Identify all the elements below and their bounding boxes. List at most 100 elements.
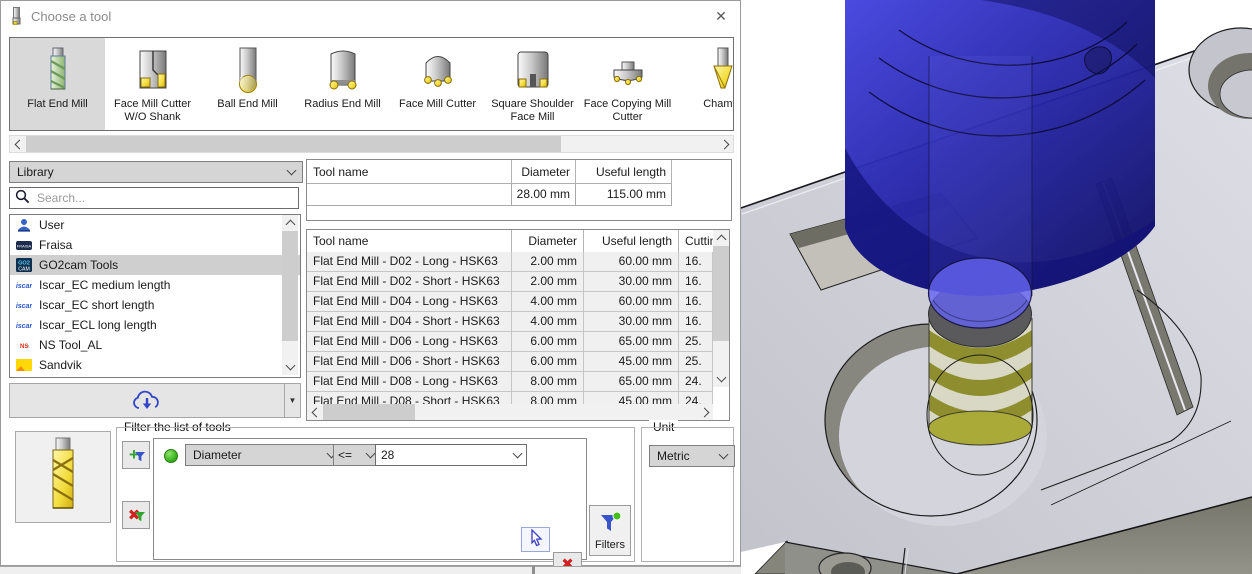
tool-through-holder <box>927 56 1033 329</box>
svg-text:TL: TL <box>25 344 29 348</box>
scrollbar-thumb[interactable] <box>323 404 415 420</box>
column-header[interactable]: Tool name <box>307 160 512 184</box>
scroll-up-arrow[interactable] <box>282 215 298 231</box>
tool-type-label: Face Mill Cutter W/O Shank <box>113 98 192 123</box>
library-item-go2cam-tools[interactable]: GO2 CAM GO2cam Tools <box>10 255 300 275</box>
radius-end-mill-icon <box>321 38 365 96</box>
library-item-sandvik[interactable]: Sandvik <box>10 355 300 375</box>
scrollbar-thumb[interactable] <box>713 246 729 341</box>
download-dropdown-arrow[interactable]: ▼ <box>284 384 300 417</box>
table-cell: 6.00 mm <box>512 332 584 352</box>
add-filter-button[interactable]: + <box>122 441 150 469</box>
fraisa-logo: FRAISA <box>15 238 32 252</box>
table-cell: 4.00 mm <box>512 312 584 332</box>
filter-field-value: Diameter <box>193 448 242 462</box>
table-cell: Flat End Mill - D06 - Short - HSK63 <box>307 352 512 372</box>
endmill-app-icon <box>10 7 23 29</box>
scroll-left-arrow[interactable] <box>307 404 323 420</box>
tool-type-face-mill-cutter[interactable]: Face Mill Cutter <box>390 38 485 130</box>
tool-type-chamfer[interactable]: Chamfe <box>675 38 734 130</box>
tool-type-face-mill-wo-shank[interactable]: Face Mill Cutter W/O Shank <box>105 38 200 130</box>
table-row[interactable]: Flat End Mill - D06 - Short - HSK63 6.00 … <box>307 352 713 372</box>
column-header[interactable]: Diameter <box>512 160 576 184</box>
download-library-button[interactable]: ▼ <box>9 383 301 418</box>
library-item-label: GO2cam Tools <box>39 258 119 272</box>
remove-filter-button[interactable]: ✖ <box>122 501 150 529</box>
cursor-arrow-icon <box>528 528 544 550</box>
library-item-fraisa[interactable]: FRAISA Fraisa <box>10 235 300 255</box>
tool-type-label: Flat End Mill <box>27 98 88 110</box>
unit-dropdown[interactable]: Metric <box>649 445 735 467</box>
library-dropdown[interactable]: Library <box>9 161 303 183</box>
tool-type-flat-end-mill[interactable]: Flat End Mill <box>10 38 105 130</box>
face-mill-wo-shank-icon <box>131 38 175 96</box>
scroll-down-arrow[interactable] <box>282 359 298 375</box>
table-cell: 25. <box>679 332 713 352</box>
library-item-label: Iscar_EC short length <box>39 298 155 312</box>
chevron-down-icon <box>512 448 523 459</box>
column-header[interactable]: Tool name <box>307 230 512 252</box>
library-item-ns-tool-al[interactable]: NS TL NS Tool_AL <box>10 335 300 355</box>
table-cell: 16. <box>679 252 713 272</box>
column-header[interactable]: Useful length <box>584 230 679 252</box>
table-row[interactable]: Flat End Mill - D08 - Long - HSK63 8.00 m… <box>307 372 713 392</box>
svg-text:iscar: iscar <box>16 323 32 330</box>
search-icon <box>15 189 30 207</box>
table-header-row: Tool name Diameter Useful length <box>307 160 731 184</box>
table-body: Flat End Mill - D02 - Long - HSK63 2.00 m… <box>307 252 713 404</box>
scrollbar-thumb[interactable] <box>282 231 298 341</box>
tools-table-vscrollbar[interactable] <box>713 230 729 387</box>
library-item-iscar-ec-medium[interactable]: iscar Iscar_EC medium length <box>10 275 300 295</box>
cad-3d-viewport[interactable] <box>740 0 1252 574</box>
selected-tool-diameter: 28.00 mm <box>512 184 576 206</box>
background-app-strip <box>0 566 741 574</box>
filter-operator-dropdown[interactable]: <= <box>333 444 379 466</box>
library-item-user[interactable]: User <box>10 215 300 235</box>
selected-tool-row: 28.00 mm 115.00 mm <box>307 184 731 206</box>
tool-type-square-shoulder-face-mill[interactable]: Square Shoulder Face Mill <box>485 38 580 130</box>
scroll-up-arrow[interactable] <box>713 230 729 246</box>
search-input[interactable] <box>35 190 293 206</box>
scrollbar-thumb[interactable] <box>26 136 561 152</box>
table-row[interactable]: Flat End Mill - D02 - Short - HSK63 2.00 … <box>307 272 713 292</box>
tool-type-label: Radius End Mill <box>304 98 381 110</box>
column-header[interactable]: Diameter <box>512 230 584 252</box>
scroll-down-arrow[interactable] <box>713 371 729 387</box>
tool-type-face-copying-mill-cutter[interactable]: Face Copying Mill Cutter <box>580 38 675 130</box>
tool-type-radius-end-mill[interactable]: Radius End Mill <box>295 38 390 130</box>
chamfer-mill-icon <box>701 38 734 96</box>
table-cell: 65.00 mm <box>584 332 679 352</box>
filter-field-dropdown[interactable]: Diameter <box>185 444 343 466</box>
dialog-titlebar[interactable]: Choose a tool ✕ <box>1 1 740 31</box>
scroll-right-arrow[interactable] <box>697 404 713 420</box>
table-row[interactable]: Flat End Mill - D04 - Long - HSK63 4.00 m… <box>307 292 713 312</box>
scroll-left-arrow[interactable] <box>10 136 26 152</box>
cloud-download-icon <box>10 384 284 417</box>
filters-button[interactable]: Filters <box>589 505 631 556</box>
pick-value-button[interactable] <box>521 527 550 552</box>
flat-end-mill-icon <box>36 38 80 96</box>
library-dropdown-value: Library <box>17 165 54 179</box>
tool-type-ball-end-mill[interactable]: Ball End Mill <box>200 38 295 130</box>
column-header[interactable]: Useful length <box>576 160 672 184</box>
tool-type-label: Square Shoulder Face Mill <box>491 98 574 123</box>
library-item-label: Iscar_ECL long length <box>39 318 157 332</box>
library-list-scrollbar[interactable] <box>282 215 298 375</box>
scroll-right-arrow[interactable] <box>717 136 733 152</box>
library-item-iscar-ecl-long[interactable]: iscar Iscar_ECL long length <box>10 315 300 335</box>
filter-value-combobox[interactable]: 28 <box>375 444 527 466</box>
search-box[interactable] <box>9 187 299 209</box>
library-item-label: Sandvik <box>39 358 82 372</box>
nstool-logo: NS TL <box>15 338 32 352</box>
library-item-iscar-ec-short[interactable]: iscar Iscar_EC short length <box>10 295 300 315</box>
filter-enabled-indicator[interactable] <box>164 449 178 463</box>
table-row[interactable]: Flat End Mill - D02 - Long - HSK63 2.00 m… <box>307 252 713 272</box>
table-row[interactable]: Flat End Mill - D06 - Long - HSK63 6.00 m… <box>307 332 713 352</box>
table-row[interactable]: Flat End Mill - D08 - Short - HSK63 8.00 … <box>307 392 713 404</box>
table-row[interactable]: Flat End Mill - D04 - Short - HSK63 4.00 … <box>307 312 713 332</box>
tools-table-hscrollbar[interactable] <box>307 404 713 420</box>
filters-funnel-icon <box>598 511 622 537</box>
table-cell: 8.00 mm <box>512 392 584 404</box>
tool-strip-scrollbar[interactable] <box>9 135 734 153</box>
close-button[interactable]: ✕ <box>706 3 736 29</box>
